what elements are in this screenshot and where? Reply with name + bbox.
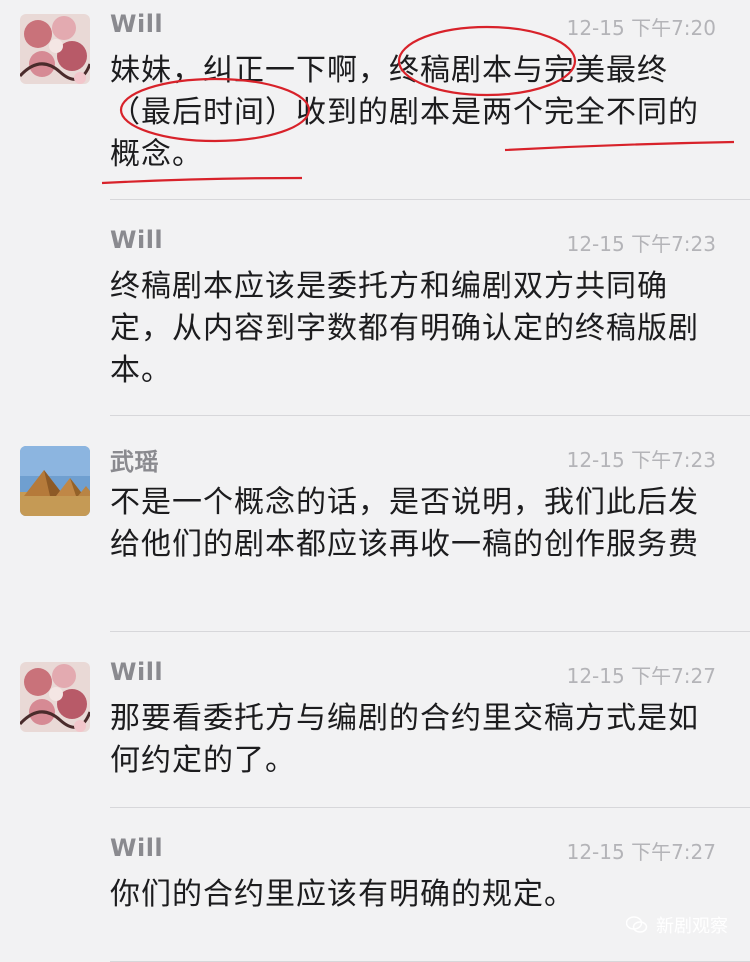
wechat-icon bbox=[626, 916, 648, 933]
pyramid-avatar-icon[interactable] bbox=[20, 446, 90, 516]
message-text: 妹妹，纠正一下啊，终稿剧本与完美最终（最后时间）收到的剧本是两个完全不同的概念。 bbox=[110, 53, 699, 172]
sender-name: Will bbox=[110, 226, 164, 254]
message-text: 你们的合约里应该有明确的规定。 bbox=[110, 877, 575, 912]
message-time: 12-15 下午7:27 bbox=[566, 840, 716, 864]
flower-avatar-icon[interactable] bbox=[20, 662, 90, 732]
message-time: 12-15 下午7:23 bbox=[566, 448, 716, 472]
chat-list: Will 12-15 下午7:20 妹妹，纠正一下啊，终稿剧本与完美最终（最后时… bbox=[0, 0, 750, 962]
sender-name: 武瑶 bbox=[110, 448, 159, 476]
sender-name: Will bbox=[110, 834, 164, 862]
sender-name: Will bbox=[110, 658, 164, 686]
message-item[interactable]: Will 12-15 下午7:27 你们的合约里应该有明确的规定。 bbox=[0, 808, 750, 962]
message-item[interactable]: Will 12-15 下午7:20 妹妹，纠正一下啊，终稿剧本与完美最终（最后时… bbox=[0, 0, 750, 200]
message-time: 12-15 下午7:20 bbox=[566, 16, 716, 40]
message-time: 12-15 下午7:27 bbox=[566, 664, 716, 688]
message-text: 那要看委托方与编剧的合约里交稿方式是如何约定的了。 bbox=[110, 701, 699, 778]
message-time: 12-15 下午7:23 bbox=[566, 232, 716, 256]
message-text: 不是一个概念的话，是否说明，我们此后发给他们的剧本都应该再收一稿的创作服务费 bbox=[110, 485, 699, 562]
sender-name: Will bbox=[110, 10, 164, 38]
message-item[interactable]: Will 12-15 下午7:23 终稿剧本应该是委托方和编剧双方共同确定，从内… bbox=[0, 200, 750, 416]
flower-avatar-icon[interactable] bbox=[20, 14, 90, 84]
message-text: 终稿剧本应该是委托方和编剧双方共同确定，从内容到字数都有明确认定的终稿版剧本。 bbox=[110, 269, 699, 388]
message-item[interactable]: Will 12-15 下午7:27 那要看委托方与编剧的合约里交稿方式是如何约定… bbox=[0, 632, 750, 808]
watermark: 新剧观察 bbox=[626, 912, 728, 938]
message-item[interactable]: 武瑶 12-15 下午7:23 不是一个概念的话，是否说明，我们此后发给他们的剧… bbox=[0, 416, 750, 632]
watermark-label: 新剧观察 bbox=[656, 916, 728, 937]
